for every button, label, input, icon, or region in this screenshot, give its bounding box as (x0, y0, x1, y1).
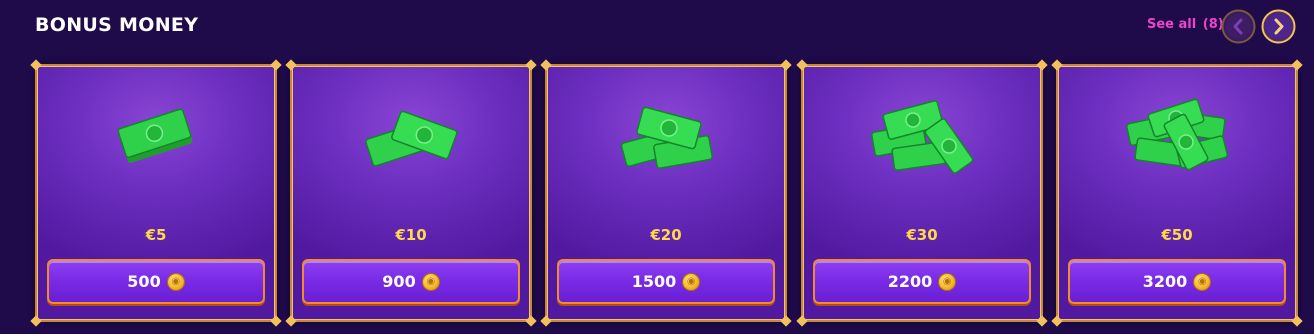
see-all-label: See all (1147, 17, 1197, 32)
corner-ornament (30, 59, 42, 71)
cash-stack-icon (91, 90, 221, 180)
chevron-right-icon (1261, 9, 1296, 44)
corner-ornament (1051, 59, 1063, 71)
corner-ornament (1291, 59, 1303, 71)
corner-ornament (285, 315, 297, 327)
corner-ornament (525, 315, 537, 327)
coin-cost: 3200 (1142, 272, 1188, 291)
corner-ornament (780, 315, 792, 327)
corner-ornament (30, 315, 42, 327)
bonus-card[interactable]: €20 1500 ◉ (540, 59, 792, 327)
cash-stack-icon (857, 90, 987, 180)
corner-ornament (540, 59, 552, 71)
corner-ornament (285, 59, 297, 71)
corner-ornament (270, 315, 282, 327)
prev-button[interactable] (1221, 9, 1256, 44)
coin-cost: 1500 (631, 272, 677, 291)
coin-cost: 2200 (887, 272, 933, 291)
bonus-card[interactable]: €50 3200 ◉ (1051, 59, 1303, 327)
corner-ornament (525, 59, 537, 71)
gold-coin-icon: ◉ (682, 272, 701, 291)
corner-ornament (1036, 59, 1048, 71)
price-label: €10 (395, 226, 427, 244)
buy-button[interactable]: 2200 ◉ (813, 259, 1031, 304)
gold-coin-icon: ◉ (166, 272, 185, 291)
corner-ornament (780, 59, 792, 71)
section-title: BONUS MONEY (35, 14, 199, 36)
buy-button[interactable]: 500 ◉ (47, 259, 265, 304)
buy-button[interactable]: 900 ◉ (302, 259, 520, 304)
price-label: €20 (650, 226, 682, 244)
cash-stack-icon (1112, 90, 1242, 180)
coin-cost: 500 (127, 272, 161, 291)
coin-cost: 900 (382, 272, 416, 291)
corner-ornament (796, 59, 808, 71)
corner-ornament (796, 315, 808, 327)
buy-button[interactable]: 1500 ◉ (557, 259, 775, 304)
corner-ornament (1036, 315, 1048, 327)
chevron-left-icon (1221, 9, 1256, 44)
bonus-card[interactable]: €5 500 ◉ (30, 59, 282, 327)
gold-coin-icon: ◉ (1193, 272, 1212, 291)
price-label: €30 (906, 226, 938, 244)
price-label: €50 (1161, 226, 1193, 244)
price-label: €5 (145, 226, 167, 244)
bonus-card[interactable]: €10 900 ◉ (285, 59, 537, 327)
corner-ornament (1291, 315, 1303, 327)
gold-coin-icon: ◉ (938, 272, 957, 291)
buy-button[interactable]: 3200 ◉ (1068, 259, 1286, 304)
bonus-card[interactable]: €30 2200 ◉ (796, 59, 1048, 327)
see-all-link[interactable]: See all (8) (1147, 17, 1224, 32)
gold-coin-icon: ◉ (421, 272, 440, 291)
corner-ornament (1051, 315, 1063, 327)
corner-ornament (540, 315, 552, 327)
next-button[interactable] (1261, 9, 1296, 44)
cash-stack-icon (346, 90, 476, 180)
cash-stack-icon (601, 90, 731, 180)
corner-ornament (270, 59, 282, 71)
